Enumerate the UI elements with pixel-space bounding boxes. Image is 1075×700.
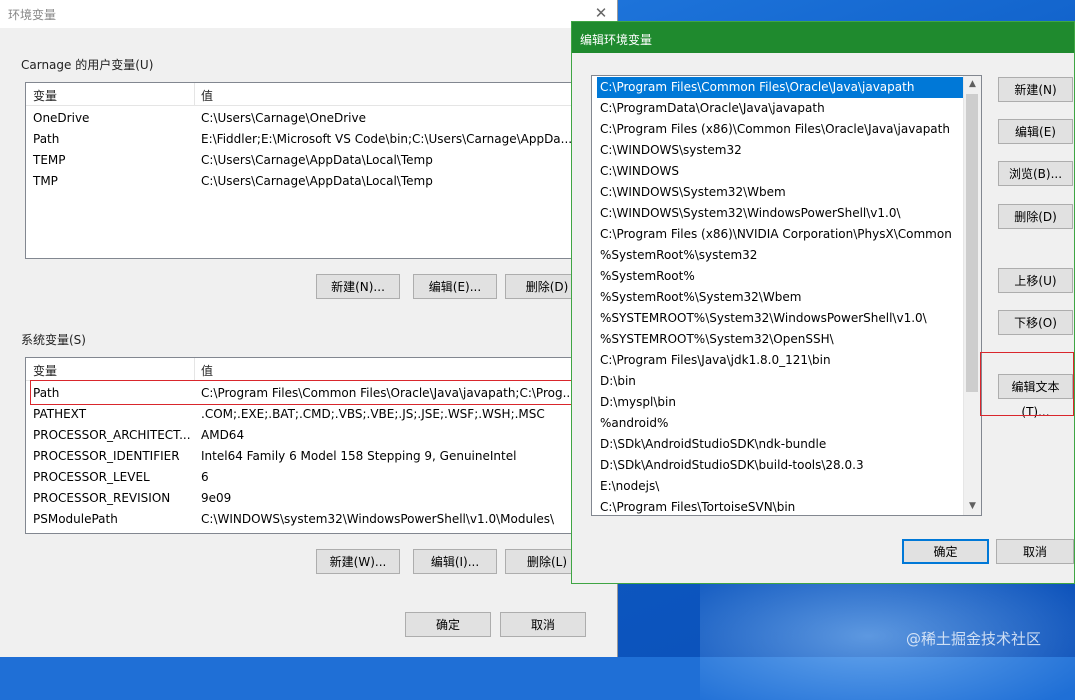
environment-variables-dialog: 环境变量 ✕ Carnage 的用户变量(U) 变量 值 OneDrive C:\…	[0, 0, 618, 657]
row-value: C:\Users\Carnage\OneDrive	[201, 111, 366, 125]
row-value: C:\Users\Carnage\AppData\Local\Temp	[201, 174, 433, 188]
path-delete-button[interactable]: 删除(D)	[998, 204, 1073, 229]
env-titlebar: 环境变量 ✕	[0, 0, 617, 28]
row-name: PSModulePath	[33, 512, 118, 526]
path-edit-button[interactable]: 编辑(E)	[998, 119, 1073, 144]
path-list-item[interactable]: %SystemRoot%\system32	[597, 245, 965, 266]
path-list-item[interactable]: C:\Program Files (x86)\Common Files\Orac…	[597, 119, 965, 140]
table-row[interactable]: PATHEXT .COM;.EXE;.BAT;.CMD;.VBS;.VBE;.JS…	[26, 404, 596, 425]
highlight-box-path	[30, 380, 575, 405]
scroll-down-icon[interactable]: ▼	[964, 498, 981, 515]
row-value: E:\Fiddler;E:\Microsoft VS Code\bin;C:\U…	[201, 132, 573, 146]
row-value: .COM;.EXE;.BAT;.CMD;.VBS;.VBE;.JS;.JSE;.…	[201, 407, 545, 421]
move-down-button[interactable]: 下移(O)	[998, 310, 1073, 335]
edit-environment-variable-dialog: 编辑环境变量 C:\Program Files\Common Files\Ora…	[571, 21, 1075, 584]
system-list-header: 变量 值	[26, 358, 596, 381]
row-name: PROCESSOR_ARCHITECT...	[33, 428, 191, 442]
system-edit-button[interactable]: 编辑(I)...	[413, 549, 497, 574]
path-list[interactable]: C:\Program Files\Common Files\Oracle\Jav…	[591, 75, 982, 516]
path-list-item[interactable]: C:\WINDOWS\System32\Wbem	[597, 182, 965, 203]
scrollbar-thumb[interactable]	[966, 94, 978, 392]
path-list-item[interactable]: C:\WINDOWS\system32	[597, 140, 965, 161]
path-list-item[interactable]: C:\ProgramData\Oracle\Java\javapath	[597, 98, 965, 119]
path-list-item[interactable]: D:\bin	[597, 371, 965, 392]
path-list-item[interactable]: C:\Program Files (x86)\NVIDIA Corporatio…	[597, 224, 965, 245]
edit-titlebar: 编辑环境变量	[572, 22, 1074, 53]
table-row[interactable]: PROCESSOR_IDENTIFIER Intel64 Family 6 Mod…	[26, 446, 596, 467]
user-edit-button[interactable]: 编辑(E)...	[413, 274, 497, 299]
row-value: AMD64	[201, 428, 245, 442]
user-variables-label: Carnage 的用户变量(U)	[21, 58, 154, 72]
row-value: Intel64 Family 6 Model 158 Stepping 9, G…	[201, 449, 517, 463]
highlight-box-edit-text	[980, 352, 1074, 416]
row-name: TMP	[33, 174, 58, 188]
row-name: TEMP	[33, 153, 66, 167]
column-header-value[interactable]: 值	[201, 87, 213, 104]
path-list-item[interactable]: D:\myspl\bin	[597, 392, 965, 413]
row-value: 9e09	[201, 491, 232, 505]
row-name: PROCESSOR_REVISION	[33, 491, 171, 505]
path-list-item[interactable]: C:\Program Files\TortoiseSVN\bin	[597, 497, 965, 515]
env-ok-button[interactable]: 确定	[405, 612, 491, 637]
table-row[interactable]: PSModulePath C:\WINDOWS\system32\WindowsP…	[26, 509, 596, 530]
row-name: Path	[33, 132, 60, 146]
path-browse-button[interactable]: 浏览(B)...	[998, 161, 1073, 186]
env-cancel-button[interactable]: 取消	[500, 612, 586, 637]
path-list-item[interactable]: D:\SDk\AndroidStudioSDK\build-tools\28.0…	[597, 455, 965, 476]
path-list-item[interactable]: D:\SDk\AndroidStudioSDK\ndk-bundle	[597, 434, 965, 455]
scroll-up-icon[interactable]: ▲	[964, 76, 981, 93]
row-name: PROCESSOR_IDENTIFIER	[33, 449, 180, 463]
path-list-item[interactable]: C:\Program Files\Common Files\Oracle\Jav…	[597, 77, 965, 98]
column-header-variable[interactable]: 变量	[33, 87, 57, 104]
row-name: OneDrive	[33, 111, 90, 125]
column-header-value[interactable]: 值	[201, 362, 213, 379]
move-up-button[interactable]: 上移(U)	[998, 268, 1073, 293]
row-value: C:\Users\Carnage\AppData\Local\Temp	[201, 153, 433, 167]
user-list-header: 变量 值	[26, 83, 596, 106]
path-list-item[interactable]: %SystemRoot%	[597, 266, 965, 287]
table-row[interactable]: PROCESSOR_LEVEL 6	[26, 467, 596, 488]
path-list-item[interactable]: C:\Program Files\Java\jdk1.8.0_121\bin	[597, 350, 965, 371]
row-value: 6	[201, 470, 209, 484]
path-list-item[interactable]: %android%	[597, 413, 965, 434]
watermark: @稀土掘金技术社区	[906, 630, 1042, 648]
user-variables-list[interactable]: 变量 值 OneDrive C:\Users\Carnage\OneDrive P…	[25, 82, 597, 259]
edit-cancel-button[interactable]: 取消	[996, 539, 1074, 564]
path-new-button[interactable]: 新建(N)	[998, 77, 1073, 102]
row-name: PATHEXT	[33, 407, 87, 421]
path-list-item[interactable]: %SystemRoot%\System32\Wbem	[597, 287, 965, 308]
env-dialog-title: 环境变量	[8, 8, 57, 22]
path-list-item[interactable]: C:\WINDOWS\System32\WindowsPowerShell\v1…	[597, 203, 965, 224]
table-row[interactable]: OneDrive C:\Users\Carnage\OneDrive	[26, 108, 596, 129]
table-row[interactable]: PROCESSOR_REVISION 9e09	[26, 488, 596, 509]
user-new-button[interactable]: 新建(N)...	[316, 274, 400, 299]
vertical-scrollbar[interactable]: ▲ ▼	[963, 76, 981, 515]
system-new-button[interactable]: 新建(W)...	[316, 549, 400, 574]
system-variables-label: 系统变量(S)	[21, 333, 86, 347]
table-row[interactable]: Path E:\Fiddler;E:\Microsoft VS Code\bin;…	[26, 129, 596, 150]
table-row[interactable]: PROCESSOR_ARCHITECT... AMD64	[26, 425, 596, 446]
path-list-item[interactable]: %SYSTEMROOT%\System32\OpenSSH\	[597, 329, 965, 350]
row-value: C:\WINDOWS\system32\WindowsPowerShell\v1…	[201, 512, 555, 526]
table-row[interactable]: TMP C:\Users\Carnage\AppData\Local\Temp	[26, 171, 596, 192]
table-row[interactable]: TEMP C:\Users\Carnage\AppData\Local\Temp	[26, 150, 596, 171]
edit-dialog-title: 编辑环境变量	[580, 33, 653, 47]
column-header-variable[interactable]: 变量	[33, 362, 57, 379]
path-list-item[interactable]: C:\WINDOWS	[597, 161, 965, 182]
edit-ok-button[interactable]: 确定	[902, 539, 989, 564]
row-name: PROCESSOR_LEVEL	[33, 470, 150, 484]
path-list-item[interactable]: %SYSTEMROOT%\System32\WindowsPowerShell\…	[597, 308, 965, 329]
path-list-item[interactable]: E:\nodejs\	[597, 476, 965, 497]
